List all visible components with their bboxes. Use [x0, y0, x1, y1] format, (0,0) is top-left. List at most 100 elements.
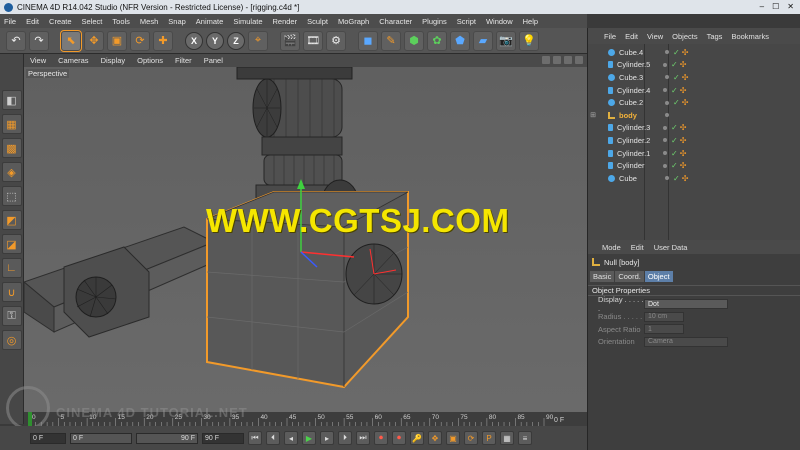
enabled-check-icon[interactable]: ✓: [673, 73, 680, 82]
menu-mesh[interactable]: Mesh: [140, 17, 158, 26]
previous-frame-icon[interactable]: ◂: [284, 431, 298, 445]
z-axis-lock-button[interactable]: Z: [227, 31, 245, 50]
subdivision-surface-icon[interactable]: ⬢: [404, 30, 424, 51]
object-tag-icon[interactable]: ✣: [680, 161, 687, 170]
cube-primitive-icon[interactable]: ◼: [358, 30, 378, 51]
object-menu-tags[interactable]: Tags: [707, 32, 723, 41]
object-row[interactable]: ⊞ body: [588, 109, 800, 122]
menu-plugins[interactable]: Plugins: [422, 17, 447, 26]
scale-tool-icon[interactable]: ▣: [107, 30, 127, 51]
go-to-end-icon[interactable]: ⏭: [356, 431, 370, 445]
record-active-objects-icon[interactable]: ⏺: [374, 431, 388, 445]
magnet-snap-icon[interactable]: ∪: [1, 282, 22, 302]
move-tool-icon[interactable]: ✥: [84, 30, 104, 51]
workplane-icon[interactable]: ◎: [1, 330, 22, 350]
viewport-menu-cameras[interactable]: Cameras: [58, 56, 88, 65]
render-picture-viewer-icon[interactable]: 🎞: [303, 30, 323, 51]
model-mode-icon[interactable]: ▦: [1, 114, 22, 134]
enabled-check-icon[interactable]: ✓: [671, 86, 678, 95]
menu-render[interactable]: Render: [273, 17, 298, 26]
enabled-check-icon[interactable]: ✓: [671, 136, 678, 145]
live-selection-icon[interactable]: ⬉: [60, 29, 82, 52]
rotate-tool-icon[interactable]: ⟳: [130, 30, 150, 51]
menu-select[interactable]: Select: [82, 17, 103, 26]
texture-mode-icon[interactable]: ▩: [1, 138, 22, 158]
attribute-value-field[interactable]: Dot: [644, 299, 728, 309]
redo-icon[interactable]: ↷: [29, 30, 49, 51]
object-row[interactable]: Cylinder ✓ ✣: [588, 159, 800, 172]
menu-window[interactable]: Window: [486, 17, 513, 26]
visibility-dot-icon[interactable]: [665, 50, 669, 55]
end-frame-field[interactable]: 90 F: [202, 432, 244, 444]
tab-basic[interactable]: Basic: [590, 271, 615, 282]
viewport-menu-options[interactable]: Options: [137, 56, 163, 65]
record-scale-icon[interactable]: ▣: [446, 431, 460, 445]
tab-object[interactable]: Object: [644, 271, 673, 282]
menu-character[interactable]: Character: [379, 17, 412, 26]
deformer-icon[interactable]: ⬟: [450, 30, 470, 51]
object-row[interactable]: Cylinder.3 ✓ ✣: [588, 122, 800, 135]
max-time-field[interactable]: 90 F: [136, 432, 198, 444]
array-generator-icon[interactable]: ✿: [427, 30, 447, 51]
object-tag-icon[interactable]: ✣: [680, 149, 687, 158]
object-tag-icon[interactable]: ✣: [680, 136, 687, 145]
menu-help[interactable]: Help: [523, 17, 538, 26]
object-row[interactable]: Cube.3 ✓ ✣: [588, 71, 800, 84]
viewport-menu-panel[interactable]: Panel: [204, 56, 223, 65]
object-tag-icon[interactable]: ✣: [680, 86, 687, 95]
object-name[interactable]: Cylinder.3: [617, 123, 657, 132]
previous-key-icon[interactable]: ⏴: [266, 431, 280, 445]
object-menu-objects[interactable]: Objects: [672, 32, 697, 41]
viewport-menu-filter[interactable]: Filter: [175, 56, 192, 65]
menu-snap[interactable]: Snap: [168, 17, 186, 26]
keyframe-selection-icon[interactable]: 🔑: [410, 431, 424, 445]
object-name[interactable]: body: [619, 111, 659, 120]
attribute-menu-edit[interactable]: Edit: [631, 243, 644, 252]
menu-file[interactable]: File: [4, 17, 16, 26]
record-rotation-icon[interactable]: ⟳: [464, 431, 478, 445]
menu-mograph[interactable]: MoGraph: [338, 17, 369, 26]
object-tag-icon[interactable]: ✣: [682, 174, 689, 183]
points-mode-icon[interactable]: ⬚: [1, 186, 22, 206]
enabled-check-icon[interactable]: ✓: [671, 149, 678, 158]
object-tag-icon[interactable]: ✣: [682, 48, 689, 57]
record-pla-icon[interactable]: ▦: [500, 431, 514, 445]
min-time-field[interactable]: 0 F: [70, 432, 132, 444]
close-icon[interactable]: ✕: [787, 2, 794, 11]
menu-simulate[interactable]: Simulate: [233, 17, 262, 26]
object-row[interactable]: Cube.2 ✓ ✣: [588, 96, 800, 109]
lock-workplane-icon[interactable]: ⚿: [1, 306, 22, 326]
object-row[interactable]: Cube ✓ ✣: [588, 172, 800, 185]
viewport-zoom-icon[interactable]: [553, 56, 561, 64]
render-settings-icon[interactable]: ⚙: [326, 30, 346, 51]
object-name[interactable]: Cube.3: [619, 73, 659, 82]
visibility-dot-icon[interactable]: [665, 113, 669, 118]
record-position-icon[interactable]: ✥: [428, 431, 442, 445]
make-editable-icon[interactable]: ◧: [1, 90, 22, 110]
object-row[interactable]: Cylinder.1 ✓ ✣: [588, 147, 800, 160]
x-axis-lock-button[interactable]: X: [185, 31, 203, 50]
object-menu-view[interactable]: View: [647, 32, 663, 41]
workplane-mode-icon[interactable]: ◈: [1, 162, 22, 182]
object-name[interactable]: Cylinder.1: [617, 149, 657, 158]
viewport-rotate-icon[interactable]: [564, 56, 572, 64]
camera-icon[interactable]: 📷: [496, 30, 516, 51]
viewport-menu-display[interactable]: Display: [101, 56, 126, 65]
object-name[interactable]: Cylinder: [617, 161, 657, 170]
attribute-menu-mode[interactable]: Mode: [602, 243, 621, 252]
go-to-start-icon[interactable]: ⏮: [248, 431, 262, 445]
attribute-value-field[interactable]: Camera: [644, 336, 728, 347]
visibility-dot-icon[interactable]: [665, 100, 669, 105]
menu-animate[interactable]: Animate: [196, 17, 224, 26]
visibility-dot-icon[interactable]: [663, 62, 667, 67]
object-name[interactable]: Cylinder.4: [617, 86, 657, 95]
visibility-dot-icon[interactable]: [663, 138, 667, 143]
coordinate-system-icon[interactable]: ⌖: [248, 30, 268, 51]
menu-edit[interactable]: Edit: [26, 17, 39, 26]
object-name[interactable]: Cube.2: [619, 98, 659, 107]
minimize-icon[interactable]: –: [760, 2, 764, 11]
y-axis-lock-button[interactable]: Y: [206, 31, 224, 50]
viewport-move-icon[interactable]: [542, 56, 550, 64]
edges-mode-icon[interactable]: ◩: [1, 210, 22, 230]
menu-script[interactable]: Script: [457, 17, 476, 26]
